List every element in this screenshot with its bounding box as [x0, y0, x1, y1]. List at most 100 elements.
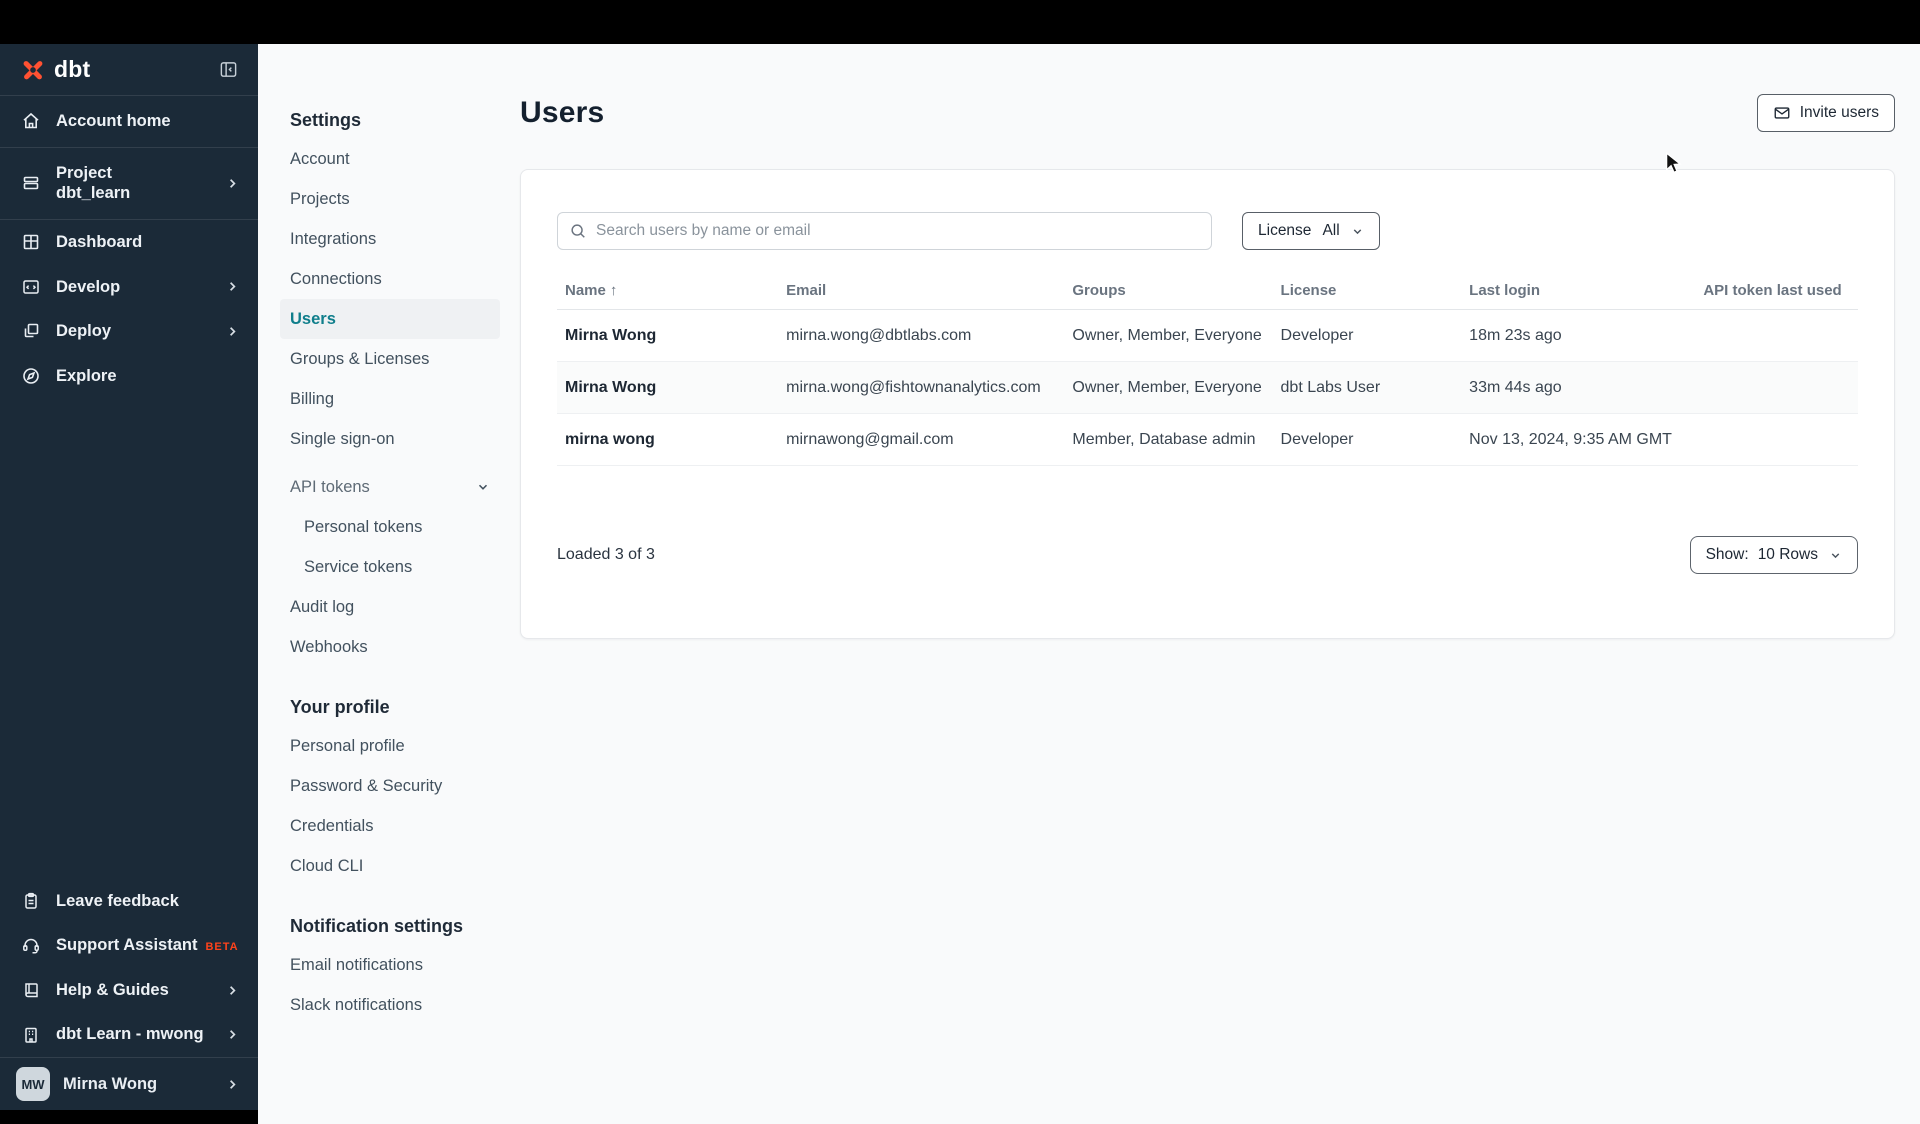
- clipboard-icon: [20, 891, 42, 911]
- settings-nav-audit-log[interactable]: Audit log: [280, 587, 500, 627]
- sidebar-item-account-home[interactable]: Account home: [0, 96, 258, 148]
- book-icon: [20, 980, 42, 1000]
- settings-nav-cloud-cli[interactable]: Cloud CLI: [280, 846, 500, 886]
- cell-groups: Owner, Member, Everyone: [1064, 309, 1273, 362]
- settings-nav-personal-tokens[interactable]: Personal tokens: [280, 507, 500, 547]
- dashboard-icon: [20, 232, 42, 252]
- sidebar-item-label: Explore: [56, 366, 117, 385]
- sidebar-item-deploy[interactable]: Deploy: [0, 309, 258, 354]
- project-name: dbt_learn: [56, 184, 131, 203]
- cell-email: mirnawong@gmail.com: [778, 413, 1065, 466]
- notification-settings-heading: Notification settings: [290, 916, 464, 936]
- invite-users-button[interactable]: Invite users: [1756, 94, 1895, 132]
- column-header-last-login[interactable]: Last login: [1461, 276, 1696, 310]
- sidebar-item-help-guides[interactable]: Help & Guides: [0, 968, 258, 1013]
- settings-heading: Settings: [290, 110, 362, 130]
- table-row[interactable]: Mirna Wong mirna.wong@dbtlabs.com Owner,…: [557, 309, 1858, 362]
- chevron-right-icon: [225, 176, 240, 191]
- chevron-down-icon: [476, 480, 490, 494]
- settings-nav-password-security[interactable]: Password & Security: [280, 766, 500, 806]
- settings-nav-connections[interactable]: Connections: [280, 259, 500, 299]
- chevron-right-icon: [225, 1027, 240, 1042]
- settings-nav-single-sign-on[interactable]: Single sign-on: [280, 419, 500, 459]
- license-filter-label: License: [1258, 222, 1312, 239]
- sidebar-item-label: Account home: [56, 112, 171, 130]
- settings-nav-personal-profile[interactable]: Personal profile: [280, 726, 500, 766]
- cell-last-login: Nov 13, 2024, 9:35 AM GMT: [1461, 413, 1696, 466]
- table-row[interactable]: Mirna Wong mirna.wong@fishtownanalytics.…: [557, 361, 1858, 414]
- search-icon: [569, 222, 587, 245]
- headset-icon: [20, 935, 42, 955]
- license-filter-dropdown[interactable]: License All: [1242, 212, 1380, 250]
- building-icon: [20, 1025, 42, 1045]
- show-value: 10 Rows: [1757, 546, 1818, 563]
- sidebar-item-label: Develop: [56, 277, 121, 296]
- top-black-bar: [0, 0, 1920, 44]
- sidebar-item-dashboard[interactable]: Dashboard: [0, 220, 258, 265]
- sidebar-item-label: dbt Learn - mwong: [56, 1025, 204, 1044]
- main-content: Users Invite users Search users by name …: [520, 44, 1920, 1124]
- cell-api-token: [1695, 413, 1858, 466]
- settings-nav-account[interactable]: Account: [280, 139, 500, 179]
- sidebar-item-dbt-learn[interactable]: dbt Learn - mwong: [0, 1012, 258, 1057]
- cell-api-token: [1695, 309, 1858, 362]
- search-input[interactable]: [557, 212, 1212, 250]
- chevron-right-icon: [225, 983, 240, 998]
- your-profile-heading: Your profile: [290, 697, 390, 717]
- collapse-sidebar-icon[interactable]: [219, 60, 238, 79]
- chevron-right-icon: [225, 324, 240, 339]
- sort-asc-icon: ↑: [609, 282, 618, 299]
- settings-nav-api-tokens[interactable]: API tokens: [280, 467, 500, 507]
- cell-api-token: [1695, 361, 1858, 414]
- settings-nav-integrations[interactable]: Integrations: [280, 219, 500, 259]
- show-label: Show:: [1705, 546, 1749, 563]
- settings-nav-groups-licenses[interactable]: Groups & Licenses: [280, 339, 500, 379]
- sidebar-item-label: Leave feedback: [56, 891, 179, 910]
- column-header-name[interactable]: Name ↑: [557, 276, 779, 310]
- settings-nav-users[interactable]: Users: [280, 299, 500, 339]
- sidebar-item-develop[interactable]: Develop: [0, 265, 258, 310]
- sidebar-item-project[interactable]: Project dbt_learn: [0, 148, 258, 220]
- envelope-icon: [1774, 107, 1790, 119]
- chevron-down-icon: [1829, 549, 1842, 562]
- users-table: Name ↑ Email Groups License Last login AP…: [557, 276, 1858, 466]
- cell-email: mirna.wong@fishtownanalytics.com: [778, 361, 1065, 414]
- settings-nav-slack-notifications[interactable]: Slack notifications: [280, 985, 500, 1025]
- column-header-api-token[interactable]: API token last used: [1695, 276, 1858, 310]
- chevron-down-icon: [1351, 225, 1364, 238]
- dbt-logo-icon: [23, 60, 43, 79]
- cell-email: mirna.wong@dbtlabs.com: [778, 309, 1065, 362]
- cell-license: Developer: [1272, 413, 1462, 466]
- settings-nav-credentials[interactable]: Credentials: [280, 806, 500, 846]
- column-header-license[interactable]: License: [1272, 276, 1462, 310]
- user-name: Mirna Wong: [63, 1074, 158, 1093]
- sidebar: dbt Account home Project dbt_learn Dashb…: [0, 44, 258, 1124]
- settings-nav-email-notifications[interactable]: Email notifications: [280, 945, 500, 985]
- project-icon: [20, 173, 42, 193]
- settings-nav: Settings Account Projects Integrations C…: [258, 44, 520, 1124]
- table-row[interactable]: mirna wong mirnawong@gmail.com Member, D…: [557, 413, 1858, 466]
- invite-users-label: Invite users: [1799, 104, 1879, 121]
- settings-nav-projects[interactable]: Projects: [280, 179, 500, 219]
- column-header-email[interactable]: Email: [778, 276, 1065, 310]
- sidebar-item-label: Support Assistant BETA: [56, 936, 239, 955]
- sidebar-item-label: Dashboard: [56, 232, 143, 251]
- sidebar-item-explore[interactable]: Explore: [0, 354, 258, 399]
- sidebar-user-menu[interactable]: MW Mirna Wong: [0, 1057, 258, 1110]
- sidebar-item-label: Deploy: [56, 322, 112, 341]
- settings-nav-webhooks[interactable]: Webhooks: [280, 627, 500, 667]
- explore-compass-icon: [20, 366, 42, 386]
- sidebar-bottom-strip: [0, 1110, 258, 1124]
- column-header-groups[interactable]: Groups: [1064, 276, 1273, 310]
- settings-nav-billing[interactable]: Billing: [280, 379, 500, 419]
- cell-license: dbt Labs User: [1272, 361, 1462, 414]
- cell-groups: Owner, Member, Everyone: [1064, 361, 1273, 414]
- sidebar-item-leave-feedback[interactable]: Leave feedback: [0, 879, 258, 924]
- show-rows-dropdown[interactable]: Show: 10 Rows: [1689, 536, 1858, 574]
- sidebar-item-label: Help & Guides: [56, 980, 169, 999]
- sidebar-item-support-assistant[interactable]: Support Assistant BETA: [0, 923, 258, 968]
- cell-name: Mirna Wong: [557, 309, 779, 362]
- chevron-right-icon: [225, 279, 240, 294]
- beta-badge: BETA: [205, 941, 239, 954]
- settings-nav-service-tokens[interactable]: Service tokens: [280, 547, 500, 587]
